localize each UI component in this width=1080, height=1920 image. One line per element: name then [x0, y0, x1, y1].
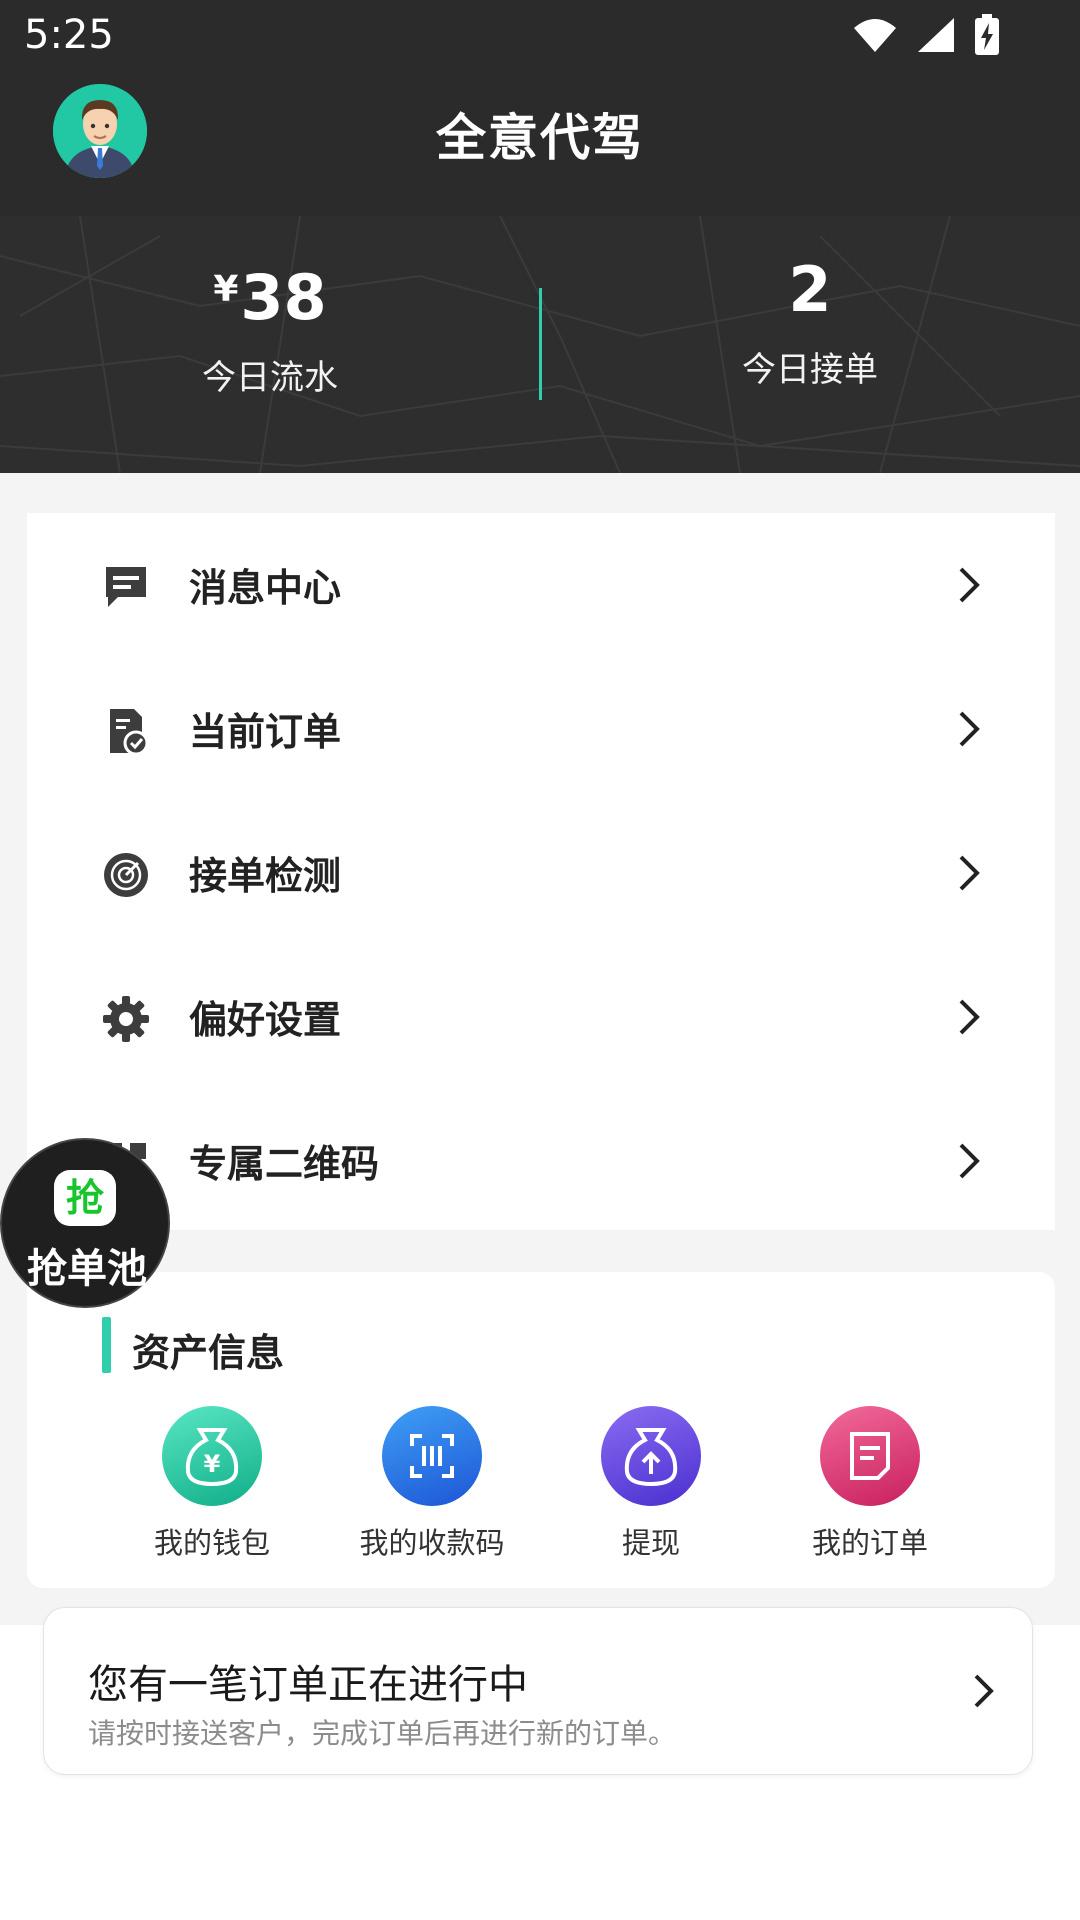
revenue-stat: ¥38 今日流水	[0, 252, 540, 399]
chevron-right-icon	[959, 1143, 980, 1179]
status-bar: 5:25	[0, 0, 1080, 76]
status-time: 5:25	[24, 12, 114, 58]
order-check-icon	[110, 709, 149, 755]
chevron-right-icon	[959, 711, 980, 747]
wifi-icon	[854, 19, 896, 52]
chevron-right-icon	[959, 567, 980, 603]
asset-item-withdraw[interactable]: 提现	[541, 1406, 761, 1560]
notice-subtitle: 请按时接送客户，完成订单后再进行新的订单。	[88, 1717, 677, 1750]
menu-item-preferences[interactable]: 偏好设置	[27, 945, 1055, 1089]
asset-item-wallet[interactable]: ¥ 我的钱包	[102, 1406, 322, 1560]
chevron-right-icon	[974, 1674, 994, 1708]
asset-item-label: 我的收款码	[359, 1526, 505, 1560]
revenue-value: ¥38	[213, 261, 327, 334]
svg-text:¥: ¥	[204, 1450, 221, 1478]
notice-title: 您有一笔订单正在进行中	[88, 1662, 528, 1708]
asset-item-label: 我的订单	[811, 1526, 928, 1560]
asset-item-payment-code[interactable]: 我的收款码	[322, 1406, 542, 1560]
chevron-right-icon	[959, 855, 980, 891]
gear-icon	[103, 996, 149, 1042]
menu-item-message-center[interactable]: 消息中心	[27, 513, 1055, 657]
asset-item-label: 提现	[621, 1526, 680, 1560]
asset-info-card: 资产信息 ¥ 我的钱包 我的收款码 提现 我的订单	[27, 1272, 1055, 1588]
menu-item-qrcode[interactable]: 专属二维码	[27, 1089, 1055, 1233]
grab-order-pool-button[interactable]: 抢 抢单池	[0, 1138, 170, 1308]
status-icons	[852, 14, 1000, 56]
page-title: 全意代驾	[436, 109, 644, 167]
chevron-right-icon	[959, 999, 980, 1035]
menu-item-label: 接单检测	[189, 854, 342, 898]
grab-order-pool-label: 抢单池	[27, 1246, 147, 1292]
battery-icon	[975, 14, 999, 55]
today-stats-panel: ¥38 今日流水 2 今日接单	[0, 216, 1080, 473]
message-icon	[106, 567, 146, 607]
asset-item-label: 我的钱包	[153, 1526, 270, 1560]
grab-badge-icon: 抢	[54, 1170, 116, 1226]
scan-code-icon	[382, 1406, 482, 1506]
orders-value: 2	[788, 253, 832, 326]
signal-icon	[918, 18, 954, 52]
menu-item-label: 当前订单	[189, 710, 342, 754]
radar-icon	[104, 853, 148, 897]
menu-item-current-order[interactable]: 当前订单	[27, 657, 1055, 801]
order-icon	[820, 1406, 920, 1506]
section-accent-bar	[102, 1317, 111, 1373]
wallet-icon: ¥	[162, 1406, 262, 1506]
header: 全意代驾	[0, 76, 1080, 216]
asset-item-my-orders[interactable]: 我的订单	[760, 1406, 980, 1560]
section-title: 资产信息	[132, 1331, 285, 1375]
revenue-label: 今日流水	[202, 358, 338, 398]
menu-item-order-detection[interactable]: 接单检测	[27, 801, 1055, 945]
withdraw-icon	[601, 1406, 701, 1506]
orders-stat: 2 今日接单	[540, 252, 1080, 391]
menu-item-label: 消息中心	[189, 566, 342, 610]
menu-item-label: 偏好设置	[189, 998, 342, 1042]
menu-item-label: 专属二维码	[189, 1142, 380, 1186]
orders-label: 今日接单	[742, 350, 878, 390]
menu-card: 消息中心 当前订单 接单检测 偏好设置 专属二维码	[27, 513, 1055, 1230]
ongoing-order-notice[interactable]: 您有一笔订单正在进行中 请按时接送客户，完成订单后再进行新的订单。	[43, 1607, 1033, 1775]
